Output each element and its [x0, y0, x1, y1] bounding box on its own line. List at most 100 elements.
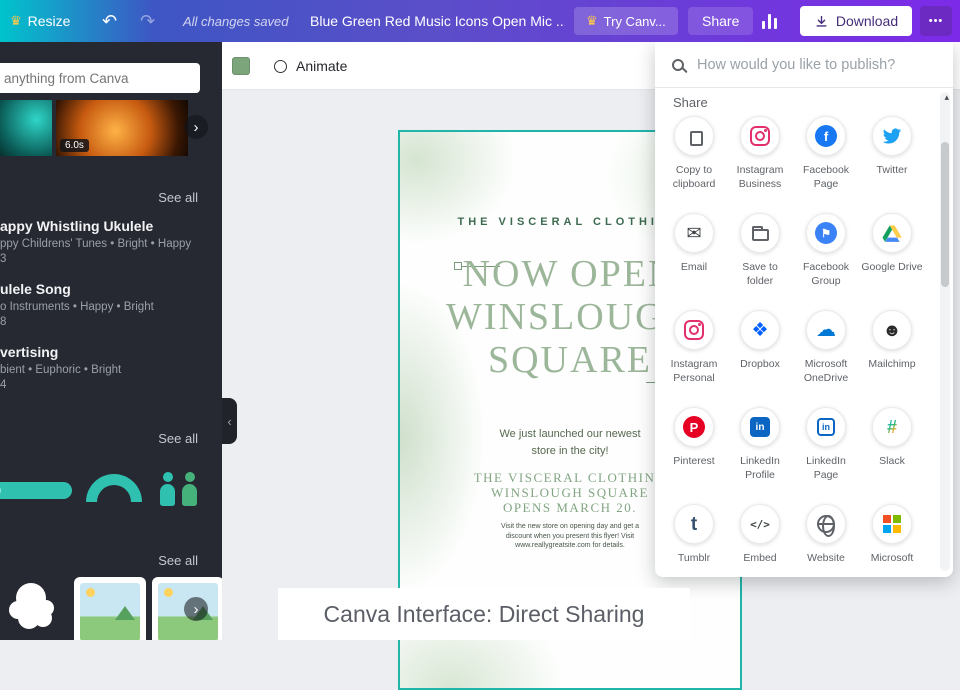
facebook-group-icon: ⚑: [806, 213, 846, 253]
slack-icon: #: [872, 407, 912, 447]
scroll-up-icon[interactable]: ▴: [944, 92, 949, 103]
publish-search[interactable]: [655, 42, 953, 88]
audio-track-list: appy Whistling Ukulele ppy Childrens' Tun…: [0, 218, 216, 407]
document-title[interactable]: Blue Green Red Music Icons Open Mic ...: [310, 0, 565, 42]
person-icon: [160, 472, 175, 506]
share-option-email[interactable]: ✉ Email: [661, 213, 727, 310]
share-option-label: Microsoft OneDrive: [803, 358, 849, 385]
asset-sidebar: 6.0s › See all appy Whistling Ukulele ppy…: [0, 42, 222, 640]
share-option-mailchimp[interactable]: ☻ Mailchimp: [859, 310, 925, 407]
pinterest-icon: P: [674, 407, 714, 447]
thumbnail-video-teal[interactable]: [0, 100, 52, 156]
share-option-facebook-group[interactable]: ⚑ Facebook Group: [793, 213, 859, 310]
twitter-icon: [872, 116, 912, 156]
sidebar-search[interactable]: [0, 63, 200, 93]
carousel-next-button[interactable]: ›: [184, 115, 208, 139]
microsoft-icon: [872, 504, 912, 544]
sidebar-search-input[interactable]: [4, 70, 184, 86]
download-icon: [814, 14, 829, 29]
graphic-people[interactable]: [160, 472, 197, 506]
facebook-icon: f: [806, 116, 846, 156]
share-option-instagram-personal[interactable]: Instagram Personal: [661, 310, 727, 407]
graphic-arc[interactable]: [86, 474, 142, 502]
share-option-embed[interactable]: </> Embed: [727, 504, 793, 577]
audio-track[interactable]: ulele Song o Instruments • Happy • Bright…: [0, 281, 216, 328]
crown-icon: ♛: [586, 13, 598, 28]
sidebar-collapse-button[interactable]: ‹: [222, 398, 237, 444]
bar-chart-icon: [762, 13, 780, 29]
chevron-left-icon: ‹: [227, 413, 232, 429]
mailchimp-icon: ☻: [872, 310, 912, 350]
share-option-google-drive[interactable]: Google Drive: [859, 213, 925, 310]
share-option-instagram-business[interactable]: Instagram Business: [727, 116, 793, 213]
more-options-button[interactable]: •••: [920, 6, 952, 36]
track-meta: o Instruments • Happy • Bright: [0, 301, 154, 313]
track-title: ulele Song: [0, 281, 71, 297]
redo-button[interactable]: ↷: [140, 0, 155, 42]
share-dropdown-panel: Share Copy to clipboard Instagram Busines…: [655, 42, 953, 577]
search-icon: [672, 58, 684, 71]
share-option-label: Email: [680, 261, 708, 273]
share-option-facebook-page[interactable]: f Facebook Page: [793, 116, 859, 213]
animate-label: Animate: [296, 58, 348, 74]
google-drive-icon: [872, 213, 912, 253]
share-option-copy-to-clipboard[interactable]: Copy to clipboard: [661, 116, 727, 213]
share-option-linkedin-page[interactable]: in LinkedIn Page: [793, 407, 859, 504]
share-option-save-to-folder[interactable]: Save to folder: [727, 213, 793, 310]
see-all-link[interactable]: See all: [158, 553, 198, 568]
share-option-twitter[interactable]: Twitter: [859, 116, 925, 213]
caption-bar: Canva Interface: Direct Sharing: [278, 588, 690, 640]
share-option-label: LinkedIn Profile: [740, 455, 780, 482]
thumbnail-landscape[interactable]: [74, 577, 146, 640]
share-option-label: Instagram Business: [736, 164, 784, 191]
share-option-tumblr[interactable]: t Tumblr: [661, 504, 727, 577]
track-meta: bient • Euphoric • Bright: [0, 364, 122, 376]
download-button[interactable]: Download: [800, 6, 912, 36]
audio-track[interactable]: appy Whistling Ukulele ppy Childrens' Tun…: [0, 218, 216, 265]
share-option-label: Embed: [743, 552, 777, 564]
share-option-linkedin-profile[interactable]: in LinkedIn Profile: [727, 407, 793, 504]
animate-icon: [274, 59, 287, 73]
share-option-label: Mailchimp: [868, 358, 916, 370]
resize-label: Resize: [27, 13, 71, 29]
see-all-link[interactable]: See all: [158, 190, 198, 205]
share-options-grid: Copy to clipboard Instagram Business f Face…: [661, 116, 929, 577]
top-bar: ♛ Resize ↶ ↷ All changes saved Blue Gree…: [0, 0, 960, 42]
share-option-website[interactable]: Website: [793, 504, 859, 577]
scrollbar-thumb[interactable]: [941, 142, 949, 287]
share-option-dropbox[interactable]: ❖ Dropbox: [727, 310, 793, 407]
publish-search-input[interactable]: [697, 56, 927, 73]
thumbnail-cloud-shape[interactable]: [2, 579, 62, 637]
resize-button[interactable]: ♛ Resize: [10, 0, 70, 42]
audio-track[interactable]: vertising bient • Euphoric • Bright 4: [0, 344, 216, 391]
color-swatch[interactable]: [232, 57, 250, 75]
share-option-label: Tumblr: [677, 552, 711, 564]
onedrive-icon: ☁: [806, 310, 846, 350]
instagram-icon: [674, 310, 714, 350]
share-option-microsoft[interactable]: Microsoft: [859, 504, 925, 577]
share-button[interactable]: Share: [688, 7, 754, 35]
graphic-pill[interactable]: [0, 482, 72, 499]
track-duration: 3: [0, 253, 7, 265]
see-all-link[interactable]: See all: [158, 431, 198, 446]
share-section-header: Share: [673, 95, 708, 110]
share-option-pinterest[interactable]: P Pinterest: [661, 407, 727, 504]
carousel-next-button[interactable]: ›: [184, 597, 208, 621]
animate-button[interactable]: Animate: [274, 42, 347, 90]
share-option-microsoft-onedrive[interactable]: ☁ Microsoft OneDrive: [793, 310, 859, 407]
embed-icon: </>: [740, 504, 780, 544]
track-duration: 4: [0, 379, 7, 391]
share-option-slack[interactable]: # Slack: [859, 407, 925, 504]
ellipsis-icon: •••: [928, 15, 944, 27]
dropbox-icon: ❖: [740, 310, 780, 350]
track-title: vertising: [0, 344, 59, 360]
share-option-label: Facebook Group: [802, 261, 850, 288]
thumbnail-video-orange[interactable]: 6.0s: [56, 100, 188, 156]
undo-button[interactable]: ↶: [102, 0, 117, 42]
track-meta: ppy Childrens' Tunes • Bright • Happy: [0, 238, 192, 250]
insights-button[interactable]: [756, 7, 786, 35]
video-thumbnail-row: 6.0s ›: [0, 100, 222, 156]
try-canva-pro-button[interactable]: ♛ Try Canv...: [574, 7, 678, 35]
person-icon: [182, 472, 197, 506]
share-option-label: Copy to clipboard: [672, 164, 716, 191]
